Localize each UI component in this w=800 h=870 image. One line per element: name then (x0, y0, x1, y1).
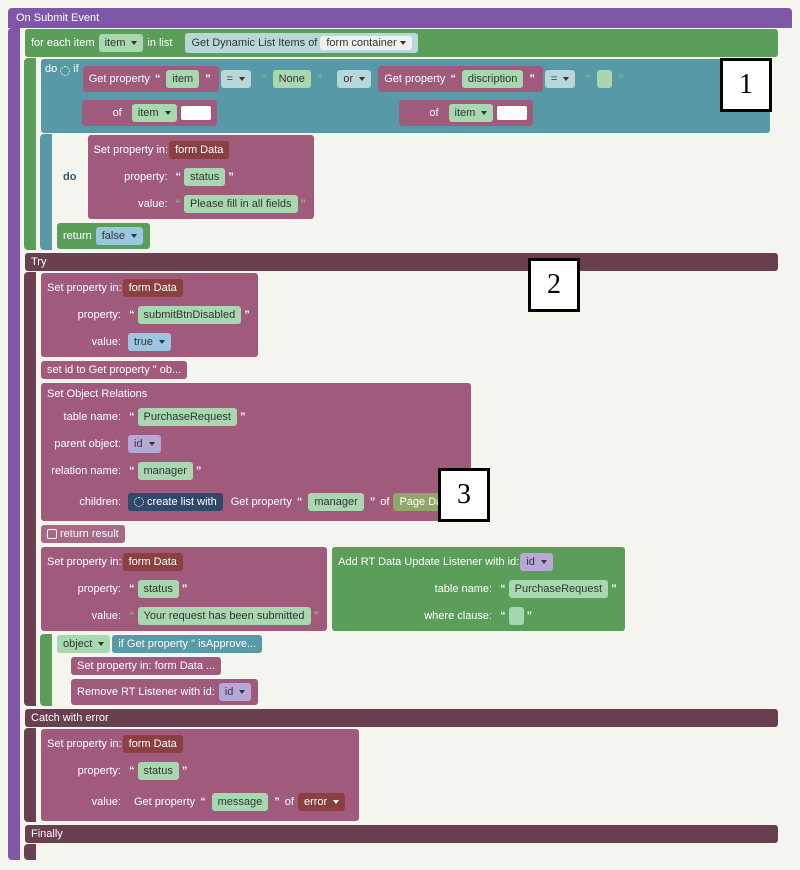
form-container-ref[interactable]: form container (320, 36, 411, 50)
dropdown-icon (159, 340, 165, 344)
dropdown-icon (239, 690, 245, 694)
remove-rt-listener[interactable]: Remove RT Listener with id: id (71, 679, 258, 705)
gear-icon[interactable] (134, 497, 144, 507)
get-property-manager[interactable]: Get property “manager” of Page Data (225, 489, 465, 515)
get-property-error[interactable]: Get property “message” of error (128, 789, 352, 815)
error-ref[interactable]: error (298, 793, 345, 811)
dropdown-icon (359, 77, 365, 81)
gear-icon[interactable] (60, 66, 70, 76)
form-data-ref[interactable]: form Data (169, 141, 229, 159)
item-ref-1[interactable]: item (132, 104, 177, 122)
do-label: do (57, 168, 82, 186)
object-var[interactable]: object (57, 635, 110, 653)
return-block[interactable]: return false (57, 223, 150, 249)
catch-block[interactable]: Catch with error (25, 709, 778, 727)
set-property-catch[interactable]: Set property in: form Data property: “st… (41, 729, 359, 821)
event-header: On Submit Event (8, 8, 792, 28)
annotation-2: 2 (528, 258, 580, 312)
if-get-property[interactable]: if Get property " isApprove... (112, 635, 262, 653)
try-block[interactable]: Try (25, 253, 778, 271)
dropdown-icon (149, 442, 155, 446)
dropdown-icon (563, 77, 569, 81)
dropdown-icon (165, 111, 171, 115)
finally-block[interactable]: Finally (25, 825, 778, 843)
dropdown-icon (481, 111, 487, 115)
id-var[interactable]: id (128, 435, 161, 453)
set-id-block[interactable]: set id to Get property " ob... (41, 361, 187, 379)
set-property-1[interactable]: Set property in: form Data property: “st… (88, 135, 315, 219)
dropdown-icon (541, 560, 547, 564)
dropdown-icon (131, 41, 137, 45)
dropdown-icon (131, 234, 137, 238)
add-rt-listener[interactable]: Add RT Data Update Listener with id: id … (332, 547, 624, 631)
event-title: On Submit Event (16, 12, 99, 24)
annotation-3: 3 (438, 468, 490, 522)
equals-op-2[interactable]: = (545, 70, 575, 88)
dropdown-icon (400, 41, 406, 45)
or-op[interactable]: or (337, 70, 371, 88)
equals-op[interactable]: = (221, 70, 251, 88)
if-block[interactable]: do if Get property “item” = “None” or Ge… (41, 59, 770, 133)
get-property-1[interactable]: Get property “item” (83, 66, 219, 92)
return-result-checkbox[interactable]: return result (41, 525, 125, 543)
annotation-1: 1 (720, 58, 772, 112)
listener-id[interactable]: id (520, 553, 553, 571)
foreach-var[interactable]: item (99, 34, 144, 52)
set-object-relations[interactable]: Set Object Relations table name: “Purcha… (41, 383, 471, 521)
set-form-collapsed[interactable]: Set property in: form Data ... (71, 657, 221, 675)
dropdown-icon (333, 800, 339, 804)
foreach-block[interactable]: for each item item in list Get Dynamic L… (25, 29, 778, 57)
return-value[interactable]: false (96, 227, 143, 245)
dropdown-icon (239, 77, 245, 81)
get-property-2[interactable]: Get property “discription” (378, 66, 543, 92)
dropdown-icon (98, 642, 104, 646)
item-ref-2[interactable]: item (449, 104, 494, 122)
set-property-2[interactable]: Set property in: form Data property: “su… (41, 273, 258, 357)
create-list[interactable]: create list with (128, 493, 223, 511)
true-value[interactable]: true (128, 333, 171, 351)
set-property-3[interactable]: Set property in: form Data property: “st… (41, 547, 327, 631)
get-dynamic-list[interactable]: Get Dynamic List Items of form container (185, 33, 417, 53)
